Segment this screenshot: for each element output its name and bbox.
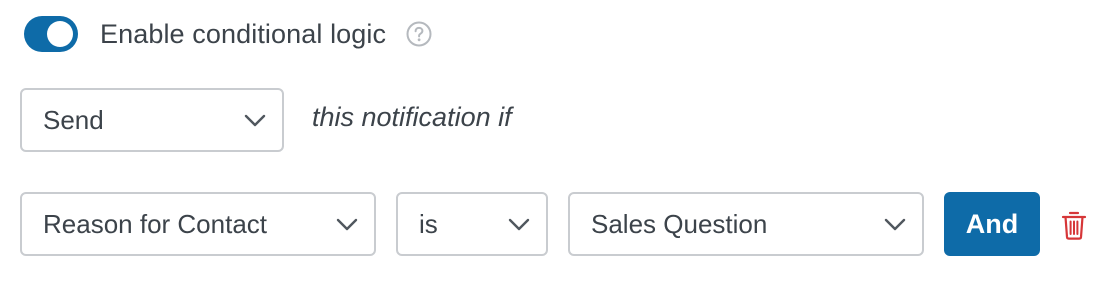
chevron-down-icon xyxy=(244,114,266,127)
chevron-down-icon xyxy=(336,218,358,231)
rule-field-value: Reason for Contact xyxy=(43,208,268,239)
condition-suffix-text: this notification if xyxy=(312,102,512,132)
add-and-rule-button[interactable]: And xyxy=(944,192,1040,256)
rule-operator-select[interactable]: is xyxy=(396,192,548,256)
rule-value-select[interactable]: Sales Question xyxy=(568,192,924,256)
conditional-logic-toggle-row: Enable conditional logic xyxy=(24,14,432,54)
rule-operator-value: is xyxy=(419,208,438,239)
chevron-down-icon xyxy=(508,218,530,231)
conditional-logic-panel: Enable conditional logic Send this notif… xyxy=(0,0,1116,296)
toggle-label: Enable conditional logic xyxy=(100,18,387,49)
rule-field-select[interactable]: Reason for Contact xyxy=(20,192,376,256)
trash-icon[interactable] xyxy=(1061,210,1087,240)
conditional-logic-toggle[interactable] xyxy=(24,16,78,52)
chevron-down-icon xyxy=(884,218,906,231)
rule-value-value: Sales Question xyxy=(591,208,768,239)
question-circle-icon[interactable] xyxy=(406,21,432,47)
toggle-knob xyxy=(47,21,73,47)
action-select[interactable]: Send xyxy=(20,88,284,152)
action-select-value: Send xyxy=(43,104,104,135)
